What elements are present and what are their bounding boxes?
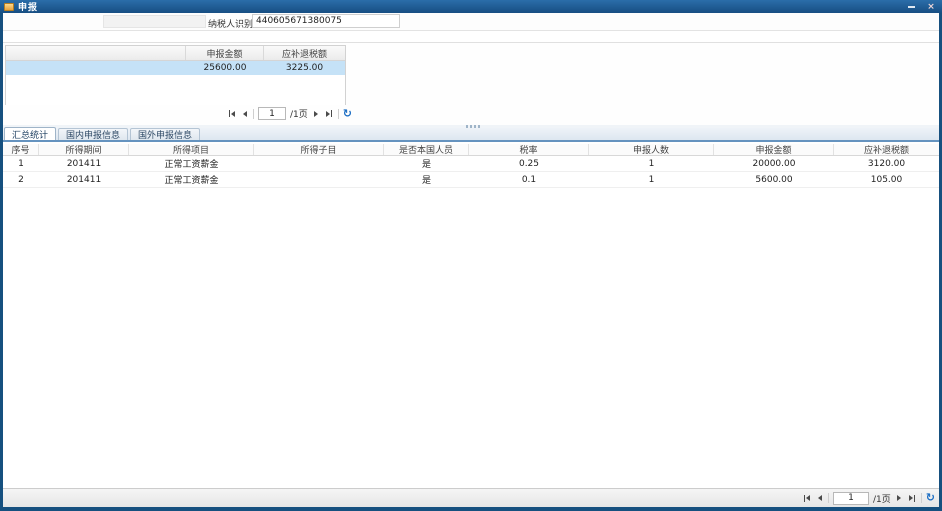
cell: 是 [384, 156, 469, 171]
col-seq-no: 序号 [3, 144, 39, 155]
close-button[interactable]: × [924, 2, 938, 12]
minimize-button[interactable] [904, 2, 918, 12]
summary-row-selected[interactable]: 25600.00 3225.00 [6, 61, 345, 75]
disabled-field [103, 15, 206, 28]
summary-cell [6, 61, 186, 75]
next-page-button[interactable] [312, 110, 320, 118]
window-title: 申报 [18, 0, 38, 13]
window-content: 纳税人识别号: 申报金额 应补退税额 25600.00 3225.00 [3, 13, 939, 507]
detail-grid: 序号 所得期间 所得项目 所得子目 是否本国人员 税率 申报人数 申报金额 应补… [3, 144, 939, 488]
col-is-national: 是否本国人员 [384, 144, 469, 155]
page-number-input[interactable] [833, 492, 869, 505]
taxpayer-form-bar: 纳税人识别号: [3, 13, 939, 31]
pager-separator [253, 109, 254, 119]
cell: 3120.00 [834, 156, 939, 171]
cell: 105.00 [834, 172, 939, 187]
col-tax-rate: 税率 [469, 144, 589, 155]
page-count-label: /1页 [290, 107, 308, 120]
page-count-label: /1页 [873, 492, 891, 505]
col-income-item: 所得项目 [129, 144, 254, 155]
refresh-icon[interactable]: ↻ [926, 493, 935, 503]
cell: 是 [384, 172, 469, 187]
detail-row-1[interactable]: 1 201411 正常工资薪金 是 0.25 1 20000.00 3120.0… [3, 156, 939, 172]
cell [254, 156, 384, 171]
cell: 5600.00 [714, 172, 834, 187]
cell: 20000.00 [714, 156, 834, 171]
summary-cell: 3225.00 [264, 61, 345, 75]
col-declared-amount: 申报金额 [714, 144, 834, 155]
summary-cell: 25600.00 [186, 61, 264, 75]
pager-separator [828, 493, 829, 503]
detail-row-2[interactable]: 2 201411 正常工资薪金 是 0.1 1 5600.00 105.00 [3, 172, 939, 188]
tab-strip: 汇总统计 国内申报信息 国外申报信息 [3, 128, 939, 142]
first-page-button[interactable] [227, 109, 237, 118]
window-controls: × [904, 2, 938, 12]
last-page-button[interactable] [324, 109, 334, 118]
cell: 1 [3, 156, 39, 171]
col-income-period: 所得期间 [39, 144, 129, 155]
tab-summary-statistics[interactable]: 汇总统计 [4, 127, 56, 140]
taxpayer-id-input[interactable] [252, 14, 400, 28]
cell: 0.1 [469, 172, 589, 187]
col-income-subitem: 所得子目 [254, 144, 384, 155]
cell: 正常工资薪金 [129, 156, 254, 171]
pager-separator [338, 109, 339, 119]
summary-col-declared-amount: 申报金额 [186, 46, 264, 60]
cell [254, 172, 384, 187]
page-number-input[interactable] [258, 107, 286, 120]
detail-grid-header: 序号 所得期间 所得项目 所得子目 是否本国人员 税率 申报人数 申报金额 应补… [3, 144, 939, 156]
prev-page-button[interactable] [816, 494, 824, 502]
cell: 201411 [39, 156, 129, 171]
cell: 0.25 [469, 156, 589, 171]
summary-col-tax-due: 应补退税额 [264, 46, 345, 60]
status-bar: /1页 ↻ [3, 488, 939, 507]
cell: 1 [589, 156, 714, 171]
col-tax-due: 应补退税额 [834, 144, 939, 155]
first-page-button[interactable] [802, 494, 812, 503]
last-page-button[interactable] [907, 494, 917, 503]
tab-domestic-declaration-info[interactable]: 国内申报信息 [58, 128, 128, 140]
refresh-icon[interactable]: ↻ [343, 109, 352, 119]
cell: 正常工资薪金 [129, 172, 254, 187]
detail-pager: /1页 ↻ [802, 492, 935, 505]
summary-col-empty [6, 46, 186, 60]
tab-foreign-declaration-info[interactable]: 国外申报信息 [130, 128, 200, 140]
col-declarant-count: 申报人数 [589, 144, 714, 155]
title-bar: 申报 × [0, 0, 942, 13]
summary-pager: /1页 ↻ [227, 107, 352, 120]
pager-separator [921, 493, 922, 503]
cell: 201411 [39, 172, 129, 187]
next-page-button[interactable] [895, 494, 903, 502]
app-window: 申报 × 纳税人识别号: 申报金额 应补退税额 25600.00 3225 [0, 0, 942, 511]
minimize-icon [908, 6, 915, 8]
app-icon [4, 3, 14, 11]
prev-page-button[interactable] [241, 110, 249, 118]
summary-grid-header: 申报金额 应补退税额 [6, 46, 345, 61]
cell: 2 [3, 172, 39, 187]
summary-grid: 申报金额 应补退税额 25600.00 3225.00 [5, 45, 346, 105]
cell: 1 [589, 172, 714, 187]
summary-panel: 申报金额 应补退税额 25600.00 3225.00 /1页 ↻ [3, 42, 939, 125]
